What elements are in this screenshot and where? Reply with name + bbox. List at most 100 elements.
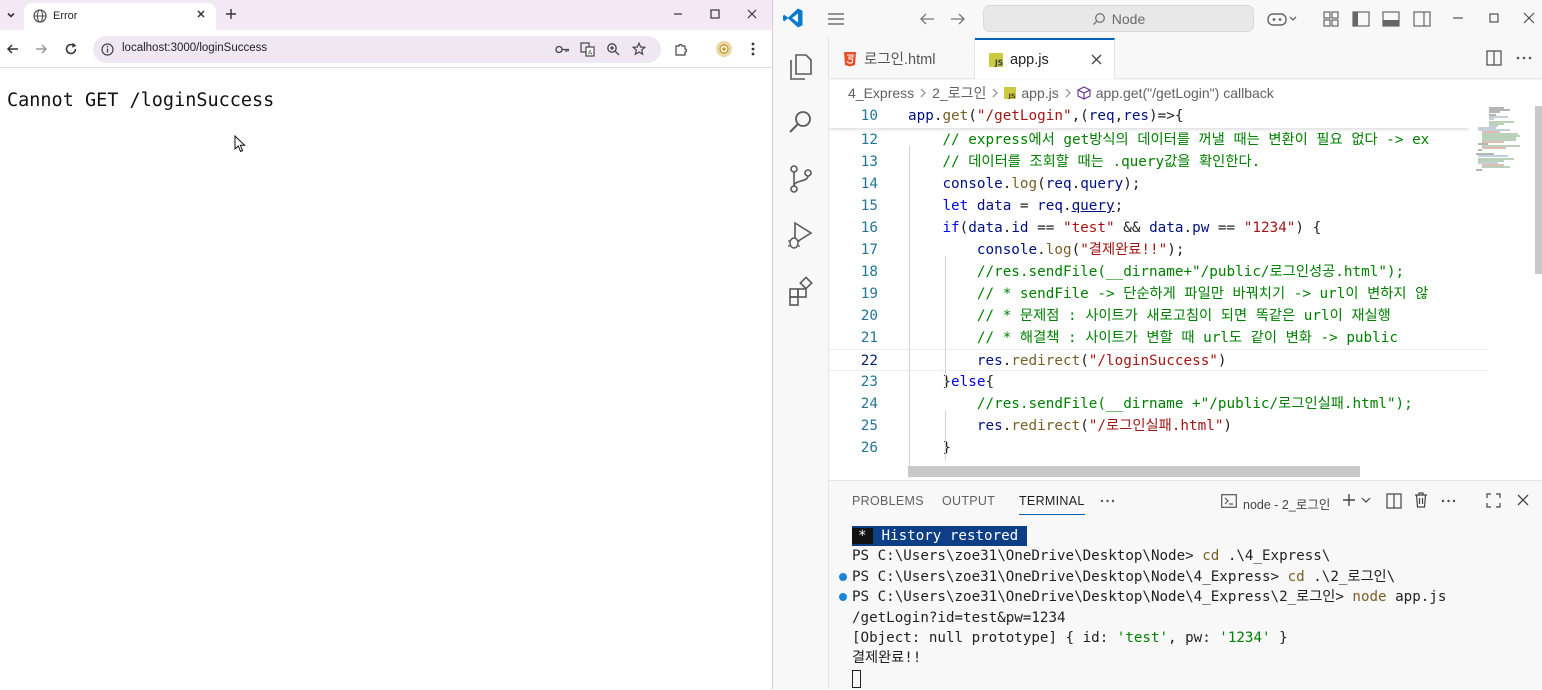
line-number: 19	[860, 286, 878, 302]
new-terminal-plus-icon[interactable]	[1342, 493, 1356, 507]
code-text: // * 문제점 : 사이트가 새로고침이 되면 똑같은 url이 재실행	[976, 308, 1391, 324]
split-editor-icon[interactable]	[1486, 50, 1502, 66]
hamburger-menu-icon[interactable]	[827, 12, 845, 26]
new-tab-icon[interactable]	[221, 4, 241, 24]
indent-guide	[945, 410, 946, 460]
svg-text:JS: JS	[994, 58, 1003, 67]
vscode-maximize-icon[interactable]	[1488, 12, 1500, 24]
terminal-instance-name[interactable]: node - 2_로그인	[1243, 494, 1330, 513]
terminal-line: 결제완료!!	[852, 648, 1532, 668]
extensions-icon[interactable]	[785, 275, 817, 307]
address-bar[interactable]: localhost:3000/loginSuccess A	[93, 36, 661, 63]
search-icon[interactable]	[785, 107, 817, 139]
browser-menu-icon[interactable]	[743, 39, 763, 59]
close-window-icon[interactable]	[742, 4, 762, 24]
translate-icon[interactable]: A	[580, 42, 595, 57]
reload-icon[interactable]	[61, 39, 81, 59]
minimize-icon[interactable]	[668, 4, 688, 24]
code-text: // 데이터를 조회할 때는 .query값을 확인한다.	[942, 154, 1261, 170]
tab-app-js[interactable]: JS app.js	[975, 38, 1115, 79]
code-line[interactable]: 20 // * 문제점 : 사이트가 새로고침이 되면 똑같은 url이 재실행	[829, 305, 1489, 327]
code-line[interactable]: 21 // * 해결책 : 사이트가 변할 때 url도 같이 변화 -> pu…	[829, 327, 1489, 349]
copilot-icon[interactable]	[1267, 10, 1297, 28]
tab-problems[interactable]: PROBLEMS	[852, 494, 924, 508]
code-line[interactable]: 22 res.redirect("/loginSuccess")	[829, 349, 1489, 371]
indent-guide	[945, 256, 946, 388]
code-line[interactable]: 18 //res.sendFile(__dirname+"/public/로그인…	[829, 261, 1489, 283]
command-center-search[interactable]: Node	[983, 5, 1254, 32]
code-line[interactable]: 26 }	[829, 437, 1489, 459]
tab-search-chevron-icon[interactable]	[1, 5, 21, 25]
code-line[interactable]: 23 }else{	[829, 371, 1489, 393]
editor-horizontal-scrollbar[interactable]	[908, 466, 1360, 477]
close-tab-icon[interactable]	[1091, 54, 1102, 65]
bookmark-star-icon[interactable]	[632, 42, 646, 56]
code-line[interactable]: 15 let data = req.query;	[829, 195, 1489, 217]
code-line[interactable]: 13 // 데이터를 조회할 때는 .query값을 확인한다.	[829, 151, 1489, 173]
line-number: 12	[860, 132, 878, 148]
code-line[interactable]: 19 // * sendFile -> 단순하게 파일만 바꿔치기 -> url…	[829, 283, 1489, 305]
line-number: 13	[860, 154, 878, 170]
trash-icon[interactable]	[1414, 492, 1428, 508]
more-panel-tabs-icon[interactable]	[1100, 499, 1115, 503]
code-line[interactable]: 25 res.redirect("/로그인실패.html")	[829, 415, 1489, 437]
tab-title: Error	[53, 10, 78, 22]
zoom-icon[interactable]	[606, 42, 620, 56]
toggle-secondary-sidebar-icon[interactable]	[1413, 11, 1431, 27]
run-debug-icon[interactable]	[785, 219, 817, 251]
maximize-icon[interactable]	[705, 4, 725, 24]
close-tab-icon[interactable]	[195, 8, 207, 20]
forward-icon[interactable]	[31, 39, 51, 59]
history-label: History restored	[881, 528, 1019, 544]
terminal-cursor-line	[852, 669, 1532, 689]
terminal-output[interactable]: * History restored PS C:\Users\zoe31\OneD…	[839, 526, 1532, 690]
explorer-files-icon[interactable]	[785, 51, 817, 83]
line-number: 22	[860, 353, 878, 369]
breadcrumb-folder[interactable]: 4_Express	[848, 85, 914, 101]
terminal-line-text: PS C:\Users\zoe31\OneDrive\Desktop\Node\…	[852, 589, 1447, 606]
code-editor[interactable]: 10app.get("/getLogin",(req,res)=>{11 con…	[829, 106, 1542, 480]
js-icon: JS	[1004, 87, 1017, 99]
command-decoration-dot-icon[interactable]	[839, 593, 847, 602]
code-line[interactable]: 17 console.log("결제완료!!");	[829, 239, 1489, 261]
code-line[interactable]: 12 // express에서 get방식의 데이터를 꺼낼 때는 변환이 필요…	[829, 129, 1489, 151]
minimap[interactable]	[1474, 106, 1534, 480]
code-line[interactable]: 24 //res.sendFile(__dirname +"/public/로그…	[829, 393, 1489, 415]
profile-avatar-icon[interactable]	[714, 39, 734, 59]
vscode-close-icon[interactable]	[1523, 12, 1535, 24]
breadcrumb-folder[interactable]: 2_로그인	[932, 83, 986, 103]
sticky-scroll-line[interactable]: 10 app.get("/getLogin",(req,res)=>{	[829, 106, 1489, 127]
code-text: //res.sendFile(__dirname +"/public/로그인실패…	[976, 396, 1413, 412]
maximize-panel-icon[interactable]	[1486, 493, 1501, 508]
site-info-icon[interactable]	[101, 43, 114, 56]
tab-terminal[interactable]: TERMINAL	[1019, 494, 1085, 515]
password-key-icon[interactable]	[555, 43, 570, 56]
editor-vertical-scrollbar[interactable]	[1535, 106, 1542, 274]
toggle-panel-icon[interactable]	[1382, 11, 1400, 27]
command-decoration-dot-icon[interactable]	[839, 572, 847, 581]
tab-output[interactable]: OUTPUT	[942, 494, 995, 508]
code-line[interactable]: 14 console.log(req.query);	[829, 173, 1489, 195]
url-text[interactable]: localhost:3000/loginSuccess	[122, 42, 267, 54]
back-icon[interactable]	[3, 39, 23, 59]
chevron-down-icon[interactable]	[1361, 496, 1371, 504]
code-text: console.log("결제완료!!");	[976, 242, 1185, 258]
nav-forward-icon[interactable]	[950, 12, 966, 26]
customize-layout-icon[interactable]	[1323, 11, 1339, 27]
vscode-minimize-icon[interactable]	[1452, 12, 1464, 24]
breadcrumb-symbol[interactable]: app.get("/getLogin") callback	[1096, 85, 1274, 101]
code-line[interactable]: 16 if(data.id == "test" && data.pw == "1…	[829, 217, 1489, 239]
panel-more-actions-icon[interactable]	[1441, 499, 1456, 503]
close-panel-icon[interactable]	[1517, 494, 1529, 506]
breadcrumb-file[interactable]: app.js	[1021, 85, 1058, 101]
tab-login-html[interactable]: 로그인.html	[829, 38, 975, 79]
source-control-icon[interactable]	[785, 163, 817, 195]
split-terminal-icon[interactable]	[1386, 493, 1402, 509]
activity-bar	[773, 38, 829, 689]
more-actions-icon[interactable]	[1516, 56, 1532, 60]
browser-tab[interactable]: Error	[24, 3, 216, 30]
indent-guide	[909, 146, 910, 478]
toggle-primary-sidebar-icon[interactable]	[1352, 11, 1370, 27]
extensions-puzzle-icon[interactable]	[671, 39, 691, 59]
nav-back-icon[interactable]	[919, 12, 935, 26]
